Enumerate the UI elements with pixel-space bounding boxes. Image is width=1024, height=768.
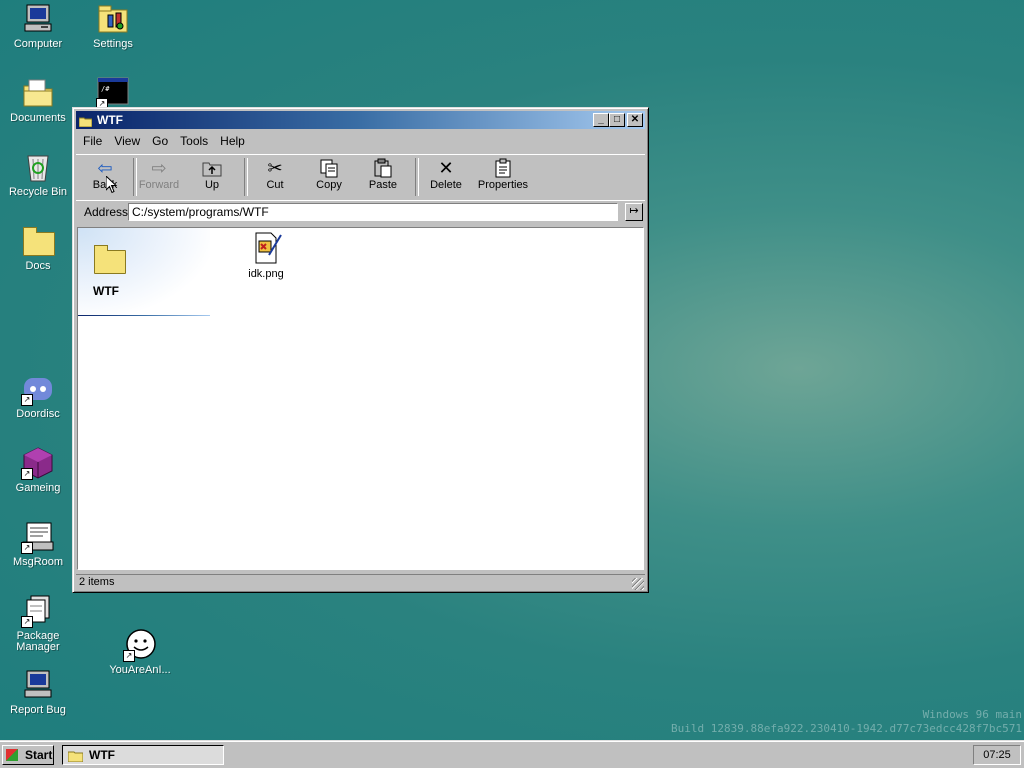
report-bug-icon — [21, 668, 55, 702]
desktop-icon-gameing[interactable]: ↗ Gameing — [0, 446, 76, 494]
resize-grip-icon[interactable] — [632, 578, 644, 590]
file-item[interactable]: idk.png — [231, 231, 301, 280]
desktop-icon-package-manager[interactable]: ↗ Package Manager — [0, 594, 76, 653]
desktop-icon-documents[interactable]: Documents — [0, 76, 76, 124]
forward-button[interactable]: ⇨ Forward — [132, 157, 186, 195]
shortcut-arrow-icon: ↗ — [21, 468, 33, 480]
start-logo-icon — [6, 749, 18, 761]
menu-tools[interactable]: Tools — [173, 131, 213, 148]
window-titlebar[interactable]: WTF _ □ ✕ — [76, 111, 645, 129]
folder-icon — [21, 224, 55, 258]
image-file-icon — [249, 231, 283, 265]
shortcut-arrow-icon: ↗ — [21, 542, 33, 554]
msgroom-icon: ↗ — [21, 520, 55, 554]
terminal-icon: /# ↗ — [96, 76, 130, 110]
desktop-icon-settings[interactable]: Settings — [75, 2, 151, 50]
folder-info-title: WTF — [93, 284, 119, 298]
go-button[interactable]: ↦ — [625, 203, 643, 221]
folder-icon — [67, 749, 84, 763]
folder-info-panel: WTF — [78, 228, 210, 316]
file-list-pane[interactable]: WTF idk.png — [77, 227, 644, 570]
delete-x-icon: ✕ — [438, 158, 454, 178]
shortcut-arrow-icon: ↗ — [21, 616, 33, 628]
copy-button[interactable]: Copy — [302, 157, 356, 195]
computer-icon — [21, 2, 55, 36]
menu-help[interactable]: Help — [213, 131, 250, 148]
watermark-line-2: Build 12839.88efa922.230410-1942.d77c73e… — [671, 722, 1022, 735]
build-watermark: Windows 96 main Build 12839.88efa922.230… — [671, 708, 1022, 736]
watermark-line-1: Windows 96 main — [922, 708, 1022, 721]
close-icon: ✕ — [630, 114, 640, 125]
documents-folder-icon — [21, 76, 55, 110]
paste-button[interactable]: Paste — [356, 157, 410, 195]
taskbar-item-wtf[interactable]: WTF — [62, 745, 224, 765]
back-arrow-icon: ⇦ — [97, 158, 113, 178]
paste-icon — [356, 157, 410, 179]
folder-info-divider — [78, 315, 210, 316]
properties-button[interactable]: Properties — [473, 157, 533, 195]
doordisc-icon: ↗ — [21, 372, 55, 406]
folder-icon — [92, 242, 126, 276]
copy-icon — [302, 157, 356, 179]
recycle-bin-icon — [21, 150, 55, 184]
forward-arrow-icon: ⇨ — [151, 158, 167, 178]
address-input[interactable] — [128, 203, 618, 221]
scissors-icon: ✂ — [267, 158, 283, 178]
explorer-window[interactable]: WTF _ □ ✕ File View Go Tools Help ⇦ Back ⇨ F… — [72, 107, 649, 593]
maximize-icon: □ — [613, 114, 621, 125]
up-button[interactable]: Up — [185, 157, 239, 195]
go-arrow-icon: ↦ — [629, 205, 639, 217]
menu-file[interactable]: File — [76, 131, 107, 148]
cut-button[interactable]: ✂ Cut — [248, 157, 302, 195]
minimize-button[interactable]: _ — [593, 113, 609, 127]
menu-view[interactable]: View — [107, 131, 145, 148]
game-cube-icon: ↗ — [21, 446, 55, 480]
up-folder-icon — [185, 157, 239, 179]
shortcut-arrow-icon: ↗ — [123, 650, 135, 662]
desktop-icon-msgroom[interactable]: ↗ MsgRoom — [0, 520, 76, 568]
delete-button[interactable]: ✕ Delete — [419, 157, 473, 195]
desktop-icon-docs[interactable]: Docs — [0, 224, 76, 272]
address-label: Address — [84, 205, 129, 219]
desktop-icon-doordisc[interactable]: ↗ Doordisc — [0, 372, 76, 420]
mouse-cursor-icon — [106, 176, 118, 194]
window-title: WTF — [97, 113, 123, 127]
properties-icon — [473, 157, 533, 179]
back-button[interactable]: ⇦ Back — [78, 157, 132, 195]
folder-icon — [78, 114, 93, 128]
package-manager-icon: ↗ — [21, 594, 55, 628]
desktop-icon-recycle-bin[interactable]: Recycle Bin — [0, 150, 76, 198]
toolbar: ⇦ Back ⇨ Forward Up ✂ Cut Copy Paste ✕ D… — [76, 154, 645, 198]
start-button[interactable]: Start — [2, 745, 54, 765]
close-button[interactable]: ✕ — [627, 113, 643, 127]
svg-text:/#: /# — [101, 85, 110, 93]
address-bar: Address ↦ — [76, 200, 645, 224]
settings-icon — [96, 2, 130, 36]
desktop-icon-youareani[interactable]: ↗ YouAreAnI... — [102, 628, 178, 676]
clock-text: 07:25 — [983, 749, 1011, 761]
file-name: idk.png — [248, 268, 284, 280]
menu-go[interactable]: Go — [145, 131, 173, 148]
minimize-icon: _ — [598, 114, 604, 125]
desktop-icon-report-bug[interactable]: Report Bug — [0, 668, 76, 716]
shortcut-arrow-icon: ↗ — [21, 394, 33, 406]
menu-bar: File View Go Tools Help — [76, 131, 645, 151]
maximize-button[interactable]: □ — [609, 113, 625, 127]
system-tray-clock[interactable]: 07:25 — [973, 745, 1021, 765]
taskbar: Start WTF 07:25 — [0, 740, 1024, 768]
status-bar: 2 items — [76, 574, 645, 591]
status-text: 2 items — [79, 576, 115, 588]
smiley-face-icon: ↗ — [123, 628, 157, 662]
desktop-icon-computer[interactable]: Computer — [0, 2, 76, 50]
